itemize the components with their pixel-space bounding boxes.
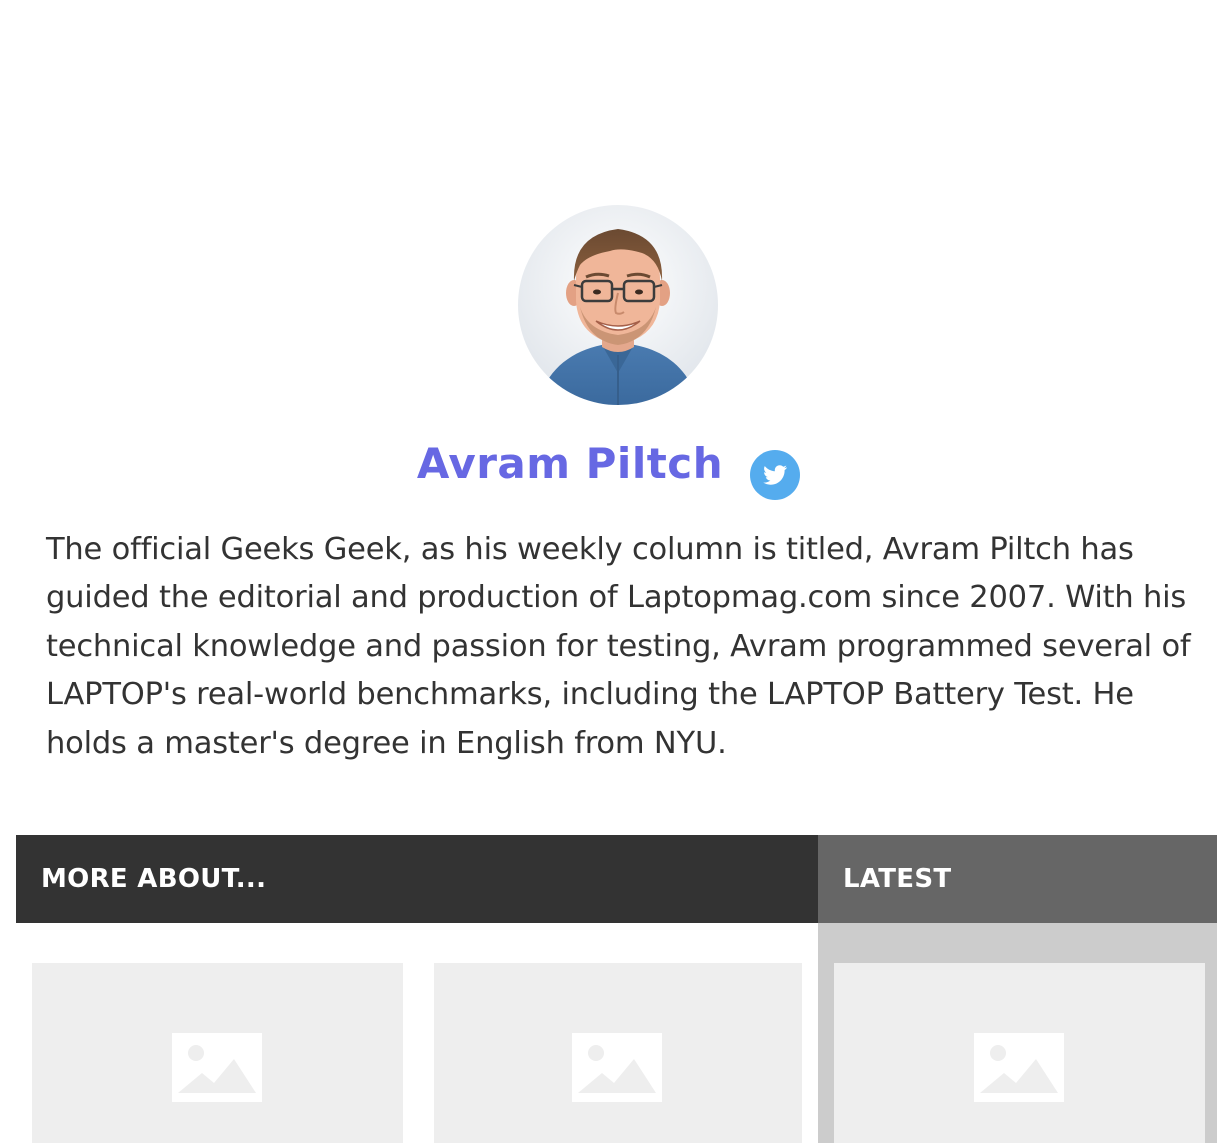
author-bio: The official Geeks Geek, as his weekly c… [46, 532, 1191, 761]
twitter-icon[interactable] [750, 450, 801, 500]
more-about-title: MORE ABOUT... [41, 864, 267, 894]
image-placeholder-icon [572, 1033, 662, 1102]
image-placeholder-icon [172, 1033, 262, 1102]
latest-header: LATEST [818, 835, 1217, 923]
author-header: Avram Piltch [0, 428, 1217, 504]
latest-card[interactable] [834, 963, 1205, 1143]
more-about-card[interactable] [434, 963, 802, 1143]
latest-title: LATEST [843, 864, 952, 894]
more-about-header: MORE ABOUT... [16, 835, 818, 923]
more-about-card[interactable] [32, 963, 403, 1143]
author-photo [518, 205, 718, 405]
author-page: Avram Piltch The official Geeks Geek, as… [0, 0, 1217, 1143]
author-avatar [518, 205, 718, 405]
image-placeholder-icon [974, 1033, 1064, 1102]
author-name-link[interactable]: Avram Piltch [417, 438, 723, 490]
